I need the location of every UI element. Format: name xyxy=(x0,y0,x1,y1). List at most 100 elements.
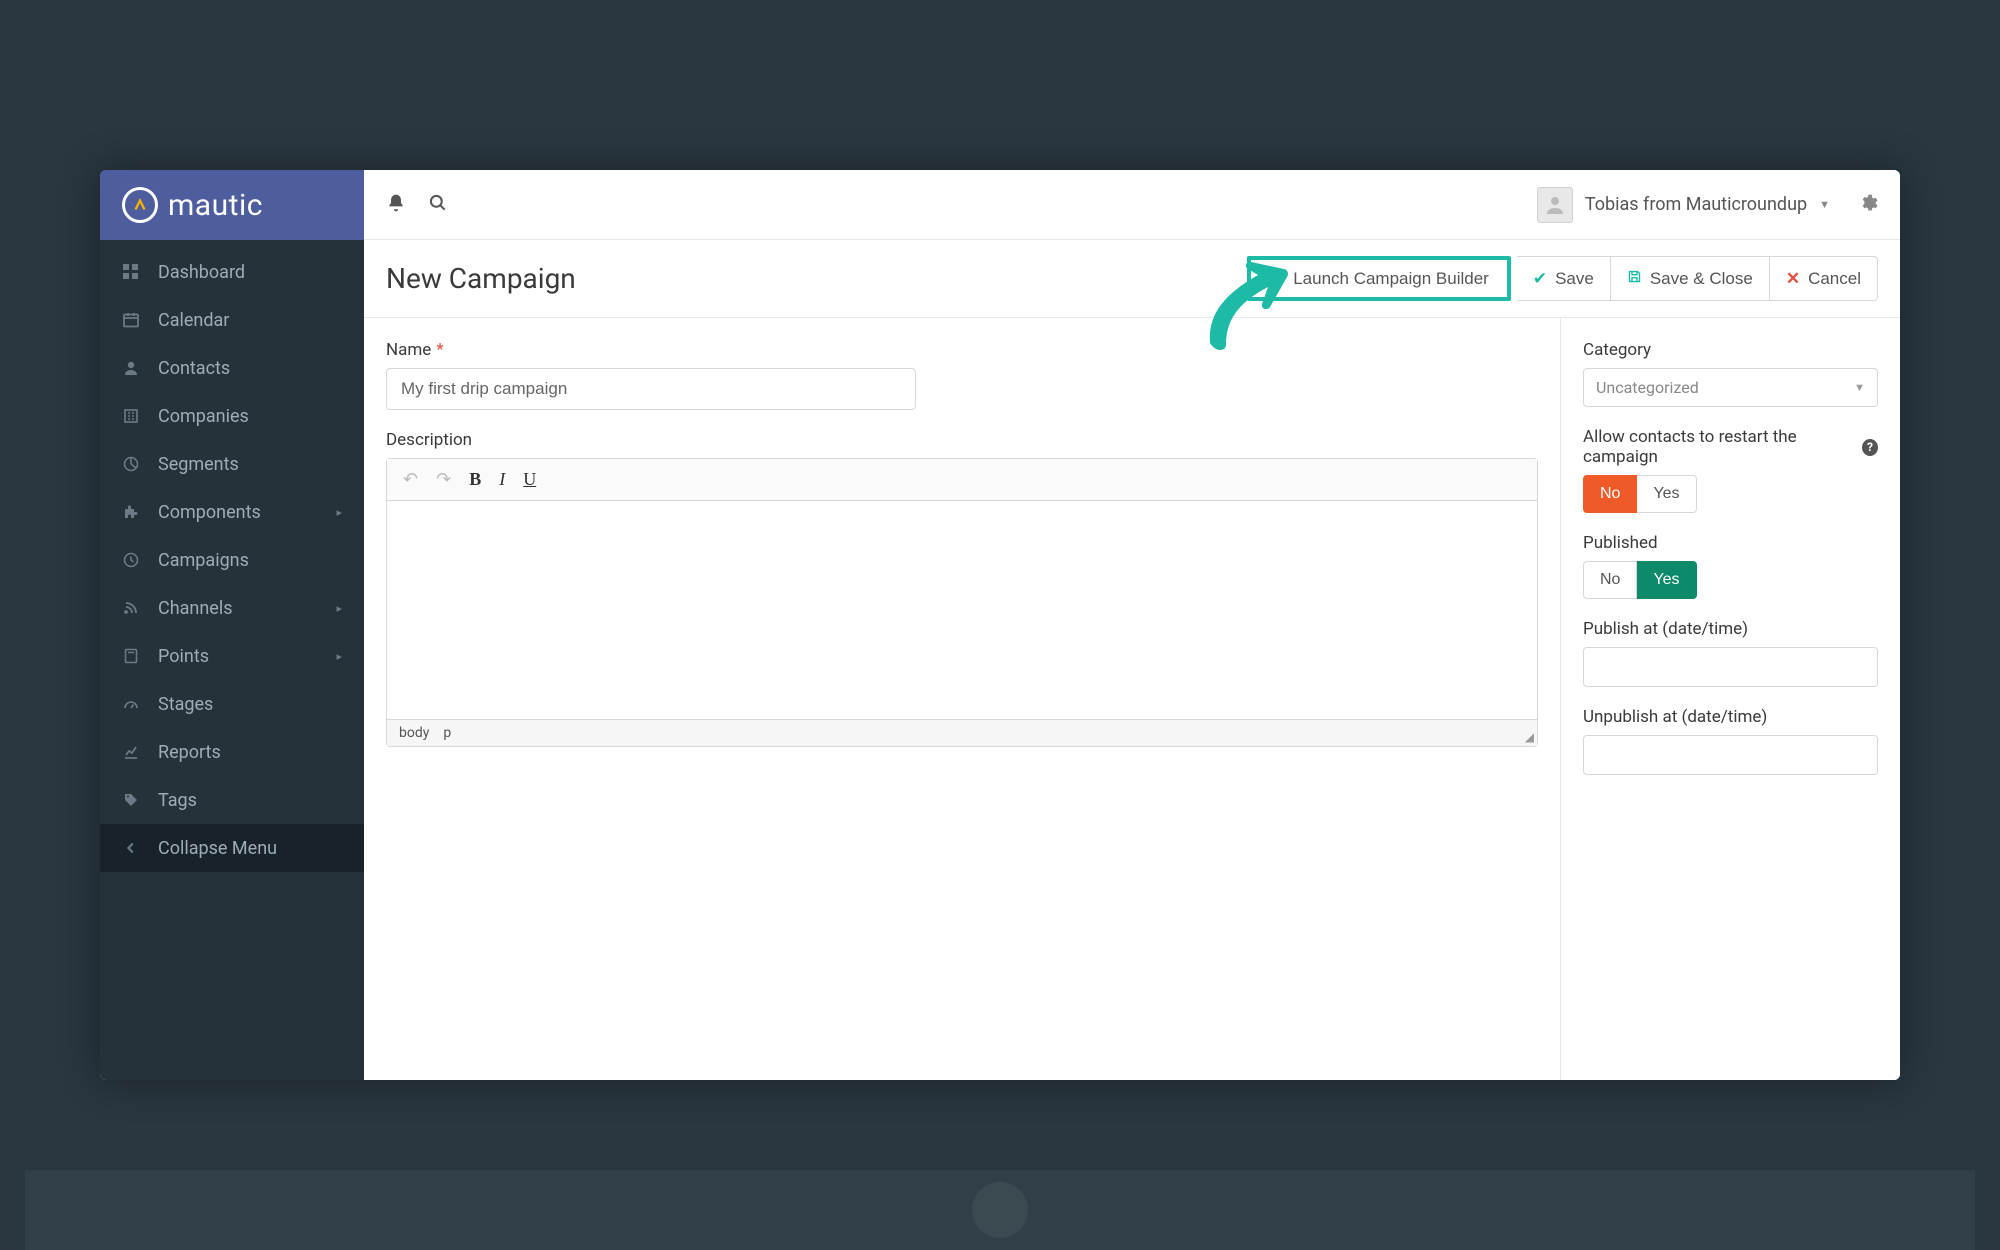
name-input[interactable] xyxy=(386,368,916,410)
sidebar-item-channels[interactable]: Channels ▸ xyxy=(100,584,364,632)
editor-toolbar: ↶ ↷ B I U xyxy=(387,459,1537,501)
sidebar-item-label: Components xyxy=(158,502,261,523)
label-text: Allow contacts to restart the campaign xyxy=(1583,427,1857,467)
sidebar-item-label: Collapse Menu xyxy=(158,838,277,859)
sidebar-item-label: Contacts xyxy=(158,358,230,379)
name-label: Name * xyxy=(386,340,1538,360)
restart-toggle: No Yes xyxy=(1583,475,1878,513)
sidebar-item-segments[interactable]: Segments xyxy=(100,440,364,488)
cancel-button[interactable]: ✕ Cancel xyxy=(1770,256,1878,301)
select-value: Uncategorized xyxy=(1596,378,1699,397)
chart-icon xyxy=(122,743,140,761)
sidebar-item-calendar[interactable]: Calendar xyxy=(100,296,364,344)
description-label: Description xyxy=(386,430,1538,450)
published-toggle: No Yes xyxy=(1583,561,1878,599)
chevron-right-icon: ▸ xyxy=(336,650,342,663)
sidebar-item-label: Segments xyxy=(158,454,239,475)
italic-button[interactable]: I xyxy=(499,469,505,490)
published-no-button[interactable]: No xyxy=(1583,561,1637,599)
label-text: Name xyxy=(386,340,431,360)
page-header: New Campaign Launch Campaign Builder ✔ S… xyxy=(364,240,1900,318)
sidebar: mautic Dashboard Calendar Contacts Compa… xyxy=(100,170,364,1080)
topbar: Tobias from Mauticroundup ▼ xyxy=(364,170,1900,240)
cube-icon xyxy=(1269,268,1285,289)
restart-yes-button[interactable]: Yes xyxy=(1637,475,1696,513)
sidebar-item-campaigns[interactable]: Campaigns xyxy=(100,536,364,584)
device-home-button xyxy=(972,1182,1028,1238)
pie-icon xyxy=(122,455,140,473)
underline-button[interactable]: U xyxy=(523,469,536,490)
sidebar-item-label: Tags xyxy=(158,790,197,811)
check-icon: ✔ xyxy=(1533,269,1547,289)
editor-path-p[interactable]: p xyxy=(443,725,451,741)
restart-no-button[interactable]: No xyxy=(1583,475,1637,513)
main: Tobias from Mauticroundup ▼ New Campaign… xyxy=(364,170,1900,1080)
grid-icon xyxy=(122,263,140,281)
gauge-icon xyxy=(122,695,140,713)
button-label: Save & Close xyxy=(1650,269,1753,289)
editor-body[interactable] xyxy=(387,501,1537,719)
button-label: Save xyxy=(1555,269,1594,289)
sidebar-item-companies[interactable]: Companies xyxy=(100,392,364,440)
sidebar-item-label: Campaigns xyxy=(158,550,249,571)
rss-icon xyxy=(122,599,140,617)
clock-icon xyxy=(122,551,140,569)
save-button[interactable]: ✔ Save xyxy=(1517,256,1611,301)
resize-grip-icon[interactable]: ◢ xyxy=(1525,730,1534,744)
disk-icon xyxy=(1627,269,1642,289)
published-yes-button[interactable]: Yes xyxy=(1637,561,1696,599)
sidebar-collapse[interactable]: Collapse Menu xyxy=(100,824,364,872)
sidebar-item-points[interactable]: Points ▸ xyxy=(100,632,364,680)
save-close-button[interactable]: Save & Close xyxy=(1611,256,1770,301)
bell-icon[interactable] xyxy=(386,193,406,217)
sidebar-item-tags[interactable]: Tags xyxy=(100,776,364,824)
button-label: Launch Campaign Builder xyxy=(1293,269,1489,289)
category-label: Category xyxy=(1583,340,1878,360)
building-icon xyxy=(122,407,140,425)
caret-down-icon: ▼ xyxy=(1854,381,1865,394)
bold-button[interactable]: B xyxy=(469,469,481,490)
calendar-icon xyxy=(122,311,140,329)
chevron-right-icon: ▸ xyxy=(336,506,342,519)
device-bar xyxy=(25,1170,1975,1250)
gear-icon[interactable] xyxy=(1858,193,1878,217)
brand-text: mautic xyxy=(168,188,263,223)
page-title: New Campaign xyxy=(386,262,576,295)
redo-icon[interactable]: ↷ xyxy=(436,469,451,490)
sidebar-item-label: Dashboard xyxy=(158,262,245,283)
avatar[interactable] xyxy=(1537,187,1573,223)
launch-builder-button[interactable]: Launch Campaign Builder xyxy=(1247,256,1511,301)
sidebar-item-label: Companies xyxy=(158,406,249,427)
caret-down-icon[interactable]: ▼ xyxy=(1819,198,1830,211)
nav: Dashboard Calendar Contacts Companies Se… xyxy=(100,240,364,1080)
form-side: Category Uncategorized ▼ Allow contacts … xyxy=(1560,318,1900,1080)
sidebar-item-reports[interactable]: Reports xyxy=(100,728,364,776)
puzzle-icon xyxy=(122,503,140,521)
close-icon: ✕ xyxy=(1786,269,1800,289)
brand-logo-icon xyxy=(122,187,158,223)
help-icon[interactable]: ? xyxy=(1862,439,1878,456)
unpublish-at-label: Unpublish at (date/time) xyxy=(1583,707,1878,727)
sidebar-item-contacts[interactable]: Contacts xyxy=(100,344,364,392)
publish-at-input[interactable] xyxy=(1583,647,1878,687)
sidebar-item-stages[interactable]: Stages xyxy=(100,680,364,728)
button-label: Cancel xyxy=(1808,269,1861,289)
calculator-icon xyxy=(122,647,140,665)
action-buttons: Launch Campaign Builder ✔ Save Save & Cl… xyxy=(1247,256,1878,301)
sidebar-item-components[interactable]: Components ▸ xyxy=(100,488,364,536)
sidebar-item-dashboard[interactable]: Dashboard xyxy=(100,248,364,296)
editor-status-bar: body p ◢ xyxy=(387,719,1537,746)
restart-label: Allow contacts to restart the campaign ? xyxy=(1583,427,1878,467)
user-icon xyxy=(122,359,140,377)
published-label: Published xyxy=(1583,533,1878,553)
unpublish-at-input[interactable] xyxy=(1583,735,1878,775)
brand[interactable]: mautic xyxy=(100,170,364,240)
search-icon[interactable] xyxy=(428,193,448,217)
form-main: Name * Description ↶ ↷ B I U xyxy=(364,318,1560,1080)
sidebar-item-label: Points xyxy=(158,646,209,667)
editor-path-body[interactable]: body xyxy=(399,725,429,741)
undo-icon[interactable]: ↶ xyxy=(403,469,418,490)
sidebar-item-label: Calendar xyxy=(158,310,229,331)
user-name[interactable]: Tobias from Mauticroundup xyxy=(1585,194,1807,215)
category-select[interactable]: Uncategorized ▼ xyxy=(1583,368,1878,407)
